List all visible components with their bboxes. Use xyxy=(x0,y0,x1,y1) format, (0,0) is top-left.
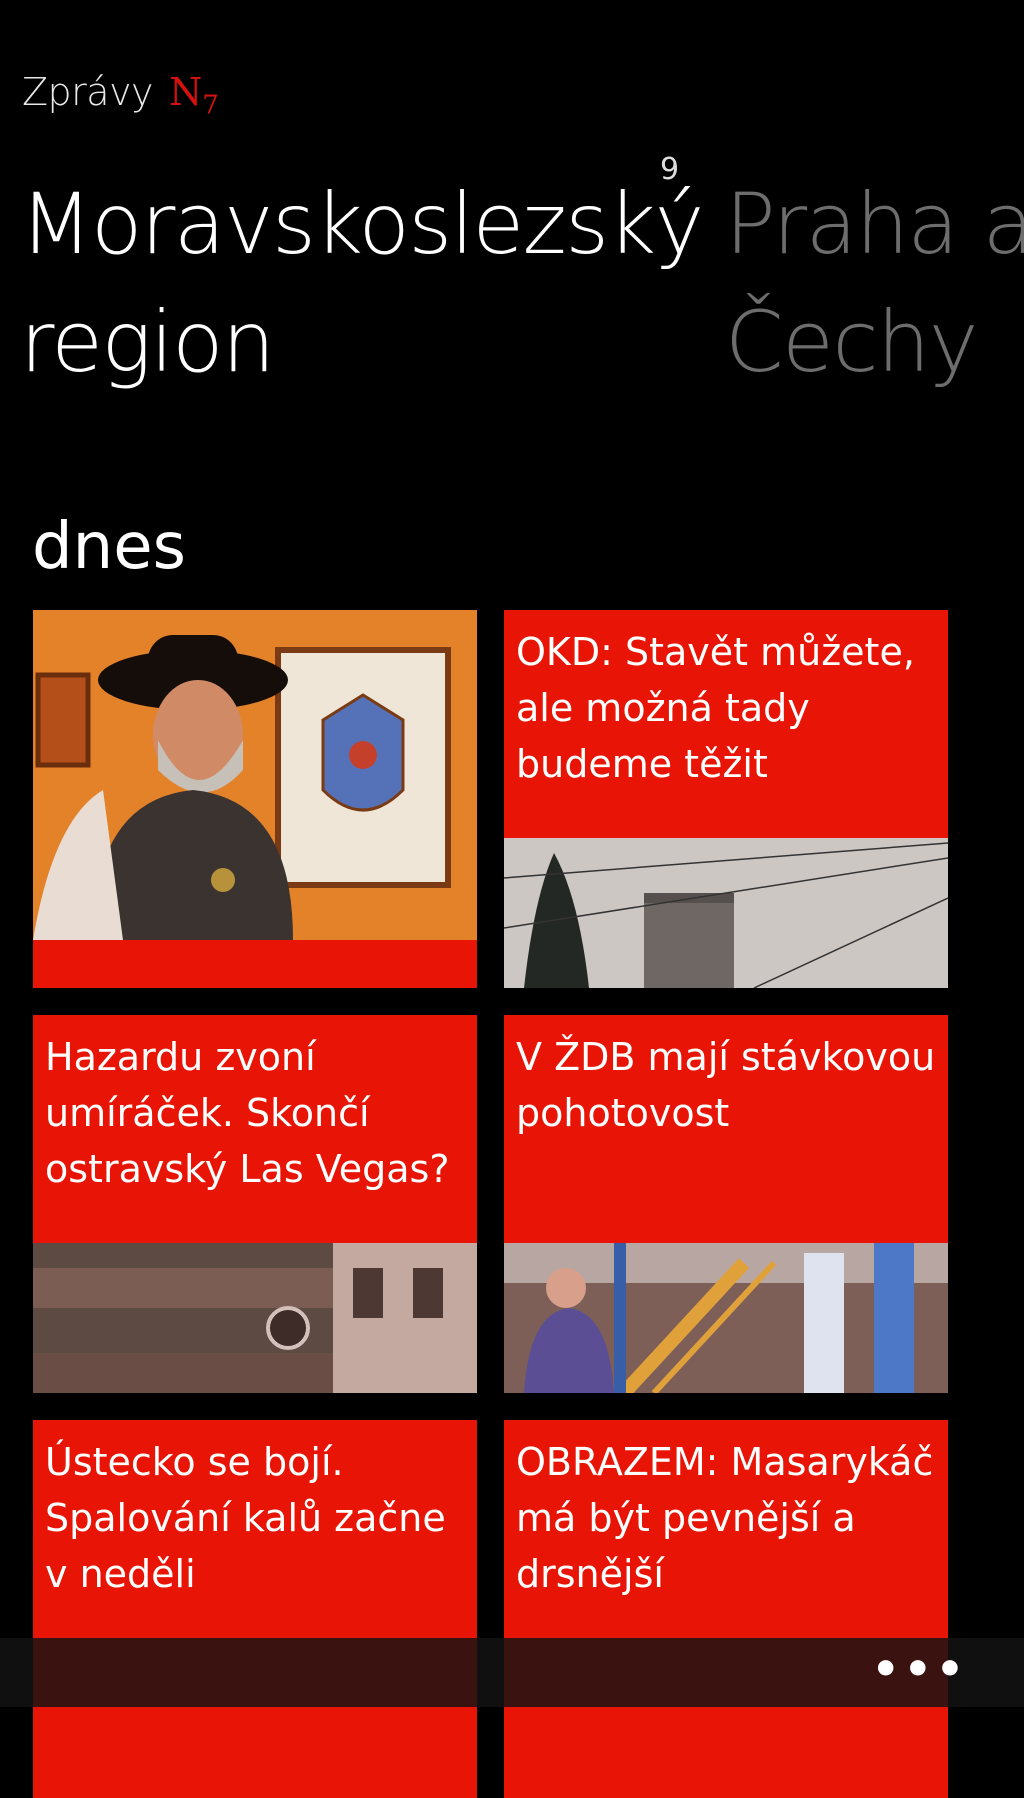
app-logo: N7 xyxy=(169,70,219,121)
news-headline: OBRAZEM: Masarykáč má být pevnější a drs… xyxy=(516,1440,934,1596)
news-headline: Ústecko se bojí. Spalování kalů začne v … xyxy=(45,1440,446,1596)
news-tile[interactable]: OBRAZEM: Masarykáč má být pevnější a drs… xyxy=(504,1420,948,1798)
news-tile[interactable]: OKD: Stavět můžete, ale možná tady budem… xyxy=(504,610,948,988)
news-photo xyxy=(33,610,477,940)
news-headline: V ŽDB mají stávkovou pohotovost xyxy=(516,1035,936,1135)
app-title: Zprávy xyxy=(22,70,154,114)
news-tile[interactable]: Hazardu zvoní umíráček. Skončí ostravský… xyxy=(33,1015,477,1393)
pivot-current-region[interactable]: Moravskoslezský region xyxy=(20,165,704,401)
news-headline: Hazardu zvoní umíráček. Skončí ostravský… xyxy=(45,1035,450,1191)
news-tile[interactable] xyxy=(33,610,477,988)
news-photo xyxy=(504,1243,948,1393)
news-photo xyxy=(504,838,948,988)
news-tile[interactable]: Ústecko se bojí. Spalování kalů začne v … xyxy=(33,1420,477,1798)
section-title: dnes xyxy=(32,510,186,584)
pivot-count-badge: 9 xyxy=(660,152,680,187)
app-bar: ••• xyxy=(0,1638,1024,1707)
pivot-next-region[interactable]: Praha a Čechy xyxy=(725,165,1024,401)
news-headline: OKD: Stavět můžete, ale možná tady budem… xyxy=(516,630,915,786)
news-tile[interactable]: V ŽDB mají stávkovou pohotovost xyxy=(504,1015,948,1393)
more-options-icon[interactable]: ••• xyxy=(872,1644,968,1695)
app-header: Zprávy N7 xyxy=(22,70,219,121)
news-photo xyxy=(33,1243,477,1393)
